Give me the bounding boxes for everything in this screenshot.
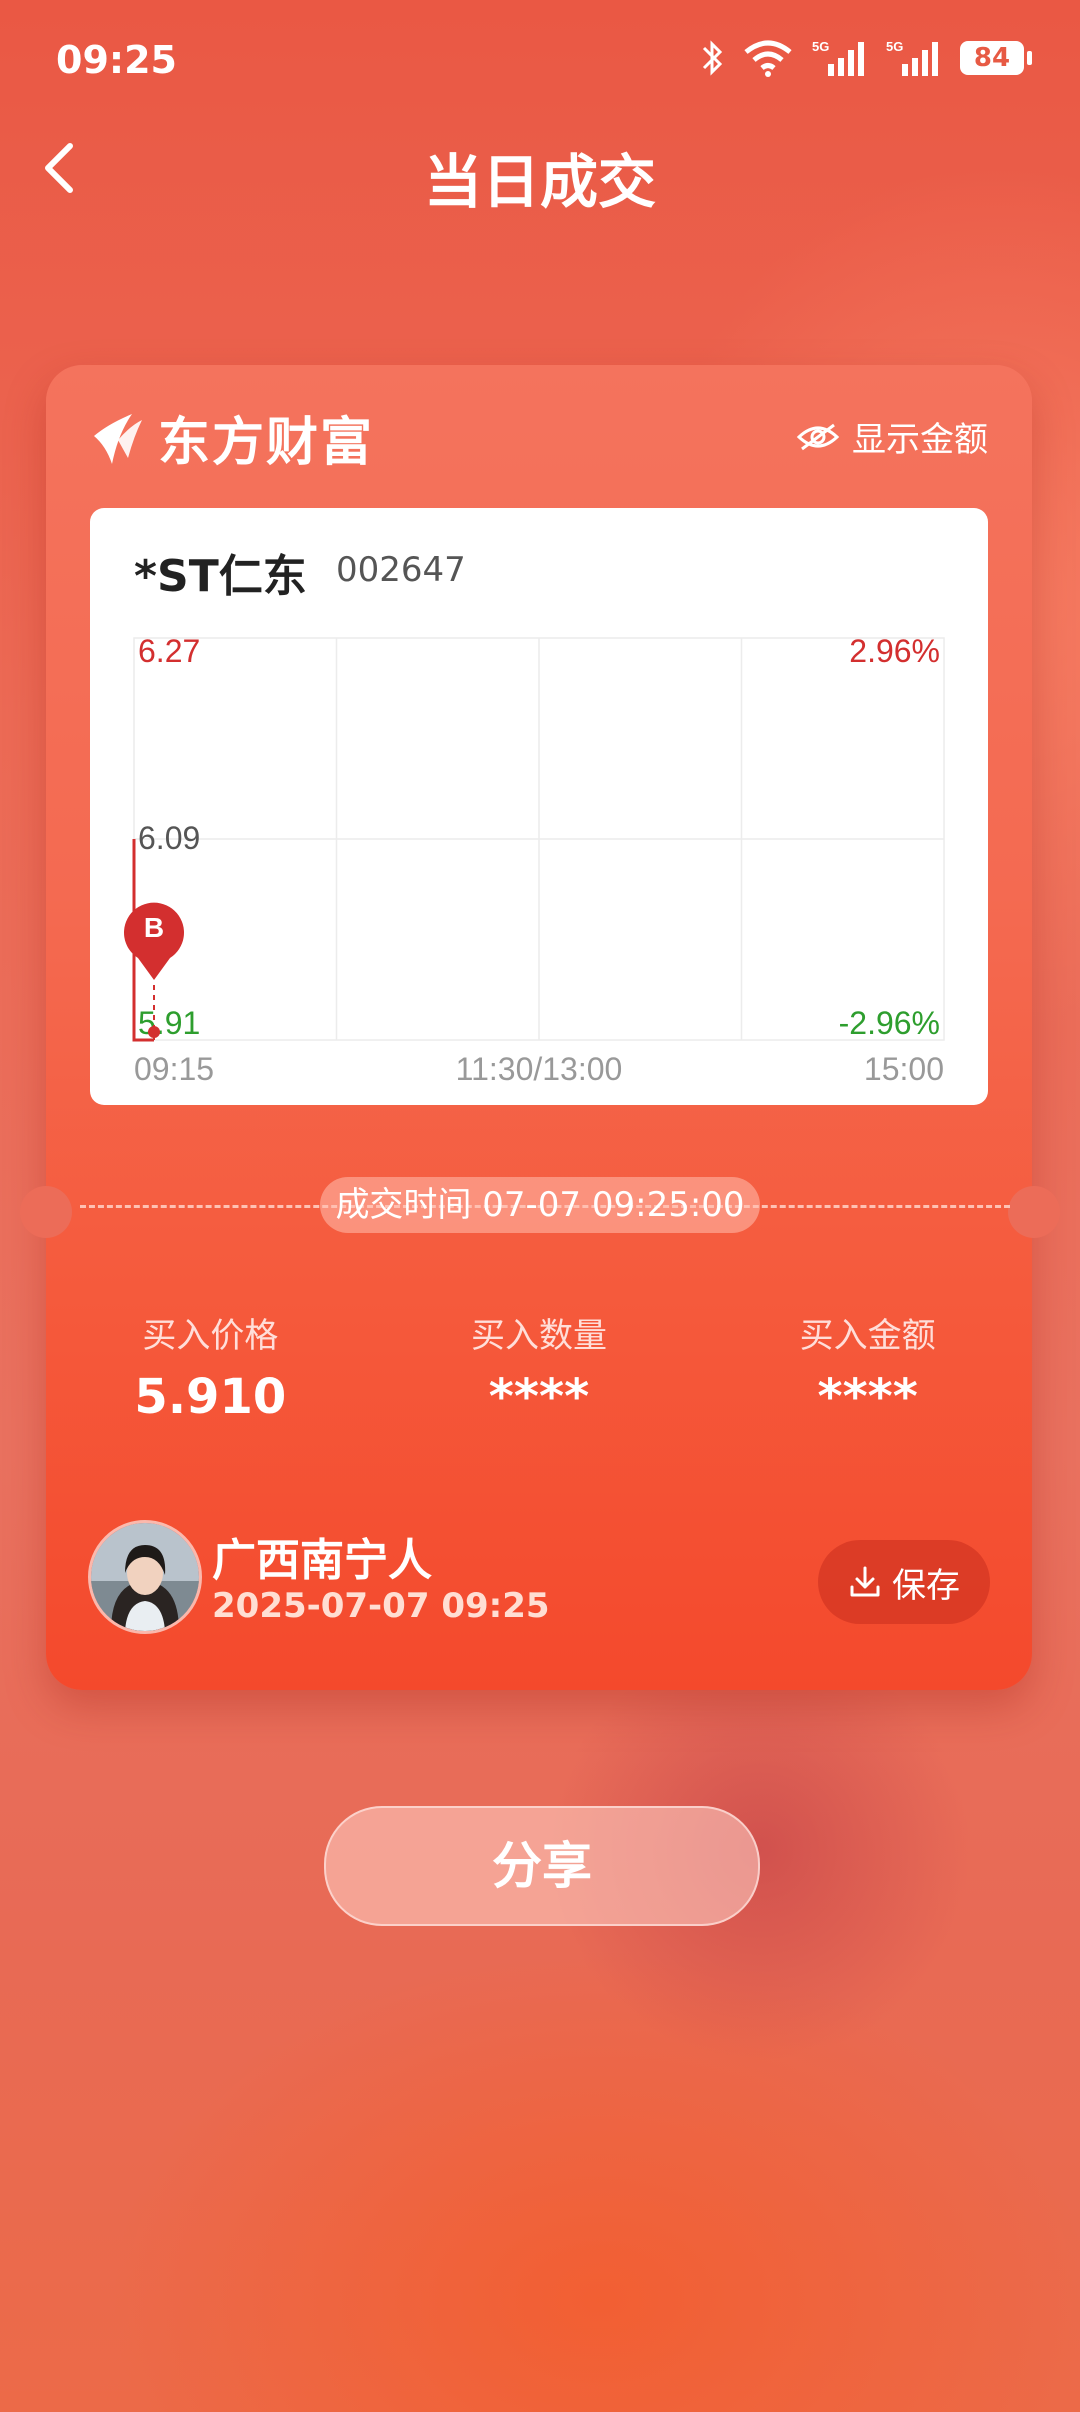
y-tick-label: 6.27	[138, 633, 200, 669]
x-tick-label: 09:15	[134, 1051, 214, 1087]
net-type-2: 5G	[886, 39, 903, 54]
x-tick-label: 15:00	[864, 1051, 944, 1087]
eye-off-icon	[796, 423, 840, 450]
buy-point	[148, 1026, 160, 1038]
wifi-icon	[744, 40, 792, 77]
trade-stats: 买入价格 5.910 买入数量 **** 买入金额 ****	[46, 1308, 1032, 1425]
stat-label: 买入数量	[471, 1316, 607, 1356]
intraday-chart: 6.27 6.09 5.91 2.96% -2.96% 09:15 11:30/13:00 1…	[124, 633, 945, 1087]
ticket-notch-left	[20, 1186, 72, 1238]
y-tick-label-right: 2.96%	[849, 633, 940, 669]
battery-icon: 84	[960, 41, 1032, 75]
stat-label: 买入价格	[142, 1316, 279, 1356]
brand-name: 东方财富	[158, 413, 375, 473]
y-tick-label-right: -2.96%	[839, 1005, 940, 1041]
y-tick-label: 6.09	[138, 820, 200, 856]
status-time: 09:25	[56, 38, 177, 82]
ticket-notch-right	[1008, 1186, 1060, 1238]
buy-marker-label: B	[144, 912, 164, 943]
intraday-chart-panel: *ST仁东 002647 6.27 6.09 5.91 2.96% -2.96% 09:1…	[90, 508, 988, 1105]
stat-buy-price: 买入价格 5.910	[46, 1308, 375, 1425]
x-tick-label: 11:30/13:00	[456, 1051, 623, 1087]
y-tick-label: 5.91	[138, 1005, 200, 1041]
user-name: 广西南宁人	[212, 1535, 432, 1586]
stat-buy-quantity: 买入数量 ****	[375, 1308, 704, 1425]
share-button[interactable]: 分享	[324, 1806, 760, 1926]
bluetooth-icon	[702, 40, 723, 76]
net-type-1: 5G	[812, 39, 829, 54]
brand-logo-icon	[94, 413, 142, 464]
stat-value: ****	[488, 1369, 590, 1425]
stat-label: 买入金额	[799, 1316, 936, 1356]
save-label: 保存	[892, 1565, 960, 1606]
status-icons: 5G 5G 84	[700, 38, 1032, 78]
signal-icon-2: 5G	[886, 39, 938, 76]
stat-buy-amount: 买入金额 ****	[703, 1308, 1032, 1425]
brand: 东方财富	[88, 400, 374, 475]
user-date: 2025-07-07 09:25	[212, 1586, 550, 1626]
save-button[interactable]: 保存	[818, 1540, 990, 1624]
deal-time-badge: 成交时间 07-07 09:25:00	[320, 1177, 760, 1233]
download-icon	[850, 1566, 880, 1597]
status-bar: 09:25 5G 5G 84	[0, 0, 1080, 120]
avatar[interactable]	[88, 1520, 202, 1634]
avatar-image	[91, 1523, 199, 1631]
stat-value: 5.910	[134, 1369, 287, 1425]
stat-value: ****	[817, 1369, 918, 1425]
page-title: 当日成交	[423, 148, 656, 216]
show-amount-label: 显示金额	[852, 420, 988, 460]
show-amount-toggle[interactable]: 显示金额	[796, 412, 988, 461]
signal-icon-1: 5G	[812, 39, 864, 76]
